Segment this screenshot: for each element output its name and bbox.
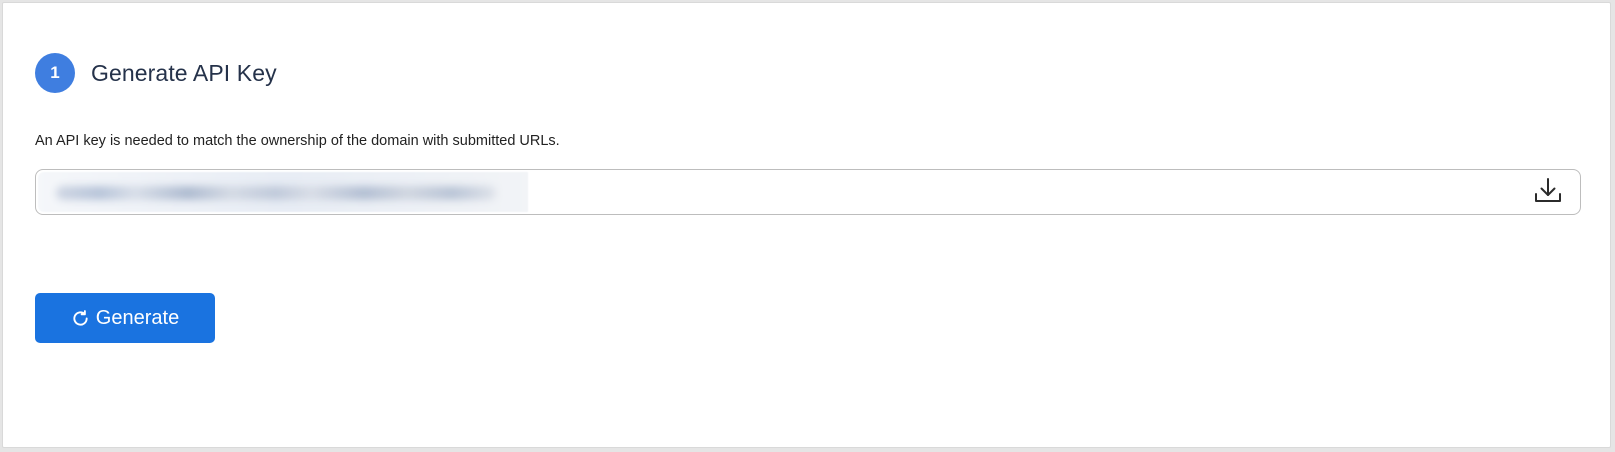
blurred-key-text	[56, 186, 496, 200]
step-number-badge: 1	[35, 53, 75, 93]
section-description: An API key is needed to match the owners…	[35, 133, 560, 149]
download-key-button[interactable]	[1532, 177, 1564, 209]
refresh-icon	[71, 309, 90, 328]
generate-button[interactable]: Generate	[35, 293, 215, 343]
api-key-field[interactable]	[35, 169, 1581, 215]
download-icon	[1532, 175, 1564, 212]
api-key-card: 1 Generate API Key An API key is needed …	[2, 2, 1611, 448]
section-title: Generate API Key	[91, 59, 277, 86]
generate-button-label: Generate	[95, 306, 180, 329]
api-key-value-masked	[38, 172, 528, 212]
step-header: 1 Generate API Key	[35, 53, 277, 93]
